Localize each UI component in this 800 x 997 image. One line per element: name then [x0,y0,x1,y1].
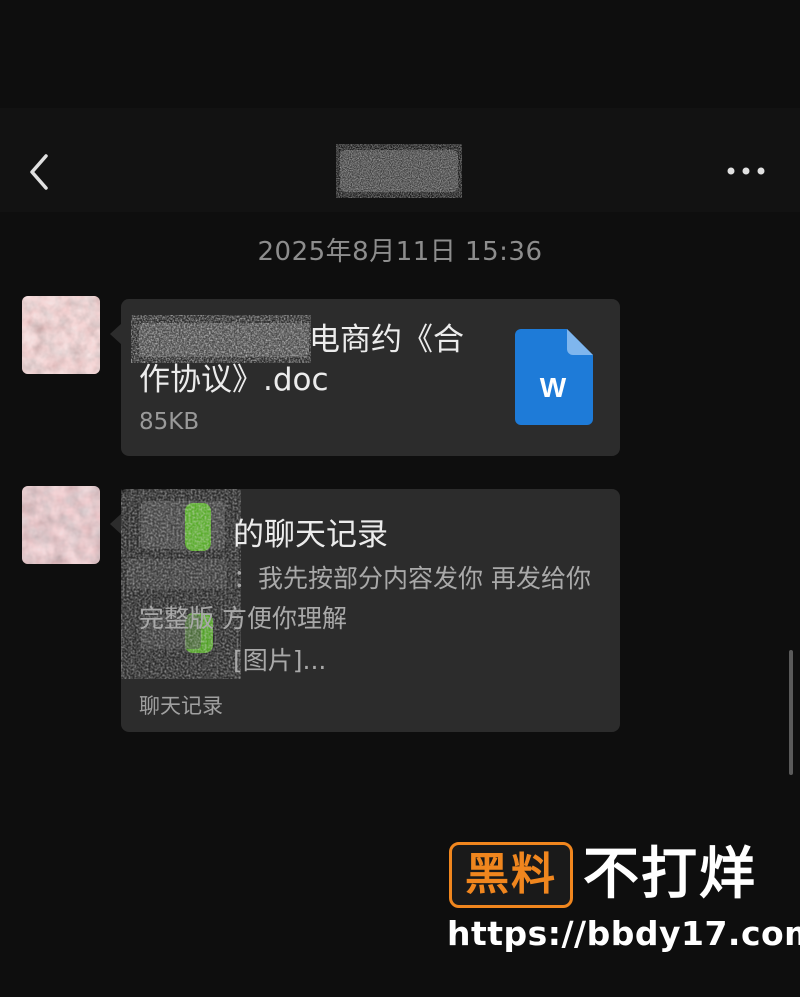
more-button[interactable] [724,160,768,182]
chevron-left-icon [30,154,48,190]
watermark-slogan: 不打烊 [583,842,757,907]
nav-bar [0,108,800,212]
more-horizontal-icon [727,167,765,175]
word-document-icon: W [515,329,593,425]
watermark-logo: 黑料 [449,842,573,908]
sender-avatar[interactable] [22,486,100,564]
file-name-line-2: 作协议》.doc [139,362,329,398]
redacted-names [121,489,241,679]
chat-record-line-1: ：我先按部分内容发你 再发给你 [233,564,591,593]
watermark: 黑料 不打烊 https://bbdy17.com [445,838,800,958]
chat-screen: 2025年8月11日 15:36 电商约《合 作协议》.doc 85KB W 的… [0,0,800,997]
chat-record-line-2: 完整版 方便你理解 [139,604,347,633]
message-timestamp: 2025年8月11日 15:36 [257,237,543,267]
watermark-logo-text: 黑料 [465,849,557,900]
sender-avatar[interactable] [22,296,100,374]
contact-name-redacted [336,144,462,198]
chat-record-footer: 聊天记录 [139,694,223,718]
redacted-file-name [131,315,311,363]
svg-text:W: W [540,372,567,403]
chat-record-line-3: [图片]... [233,646,327,675]
back-button[interactable] [24,152,56,192]
scrollbar-thumb[interactable] [789,650,793,775]
file-name-line-1: 电商约《合 [309,322,464,358]
chat-record-title: 的聊天记录 [233,517,388,553]
chat-record-bubble[interactable]: 的聊天记录 ：我先按部分内容发你 再发给你 完整版 方便你理解 [图片]... … [110,489,620,732]
file-message-bubble[interactable]: 电商约《合 作协议》.doc 85KB W [110,299,620,456]
watermark-url: https://bbdy17.com [447,914,800,953]
file-size: 85KB [139,409,200,435]
divider [139,679,602,680]
